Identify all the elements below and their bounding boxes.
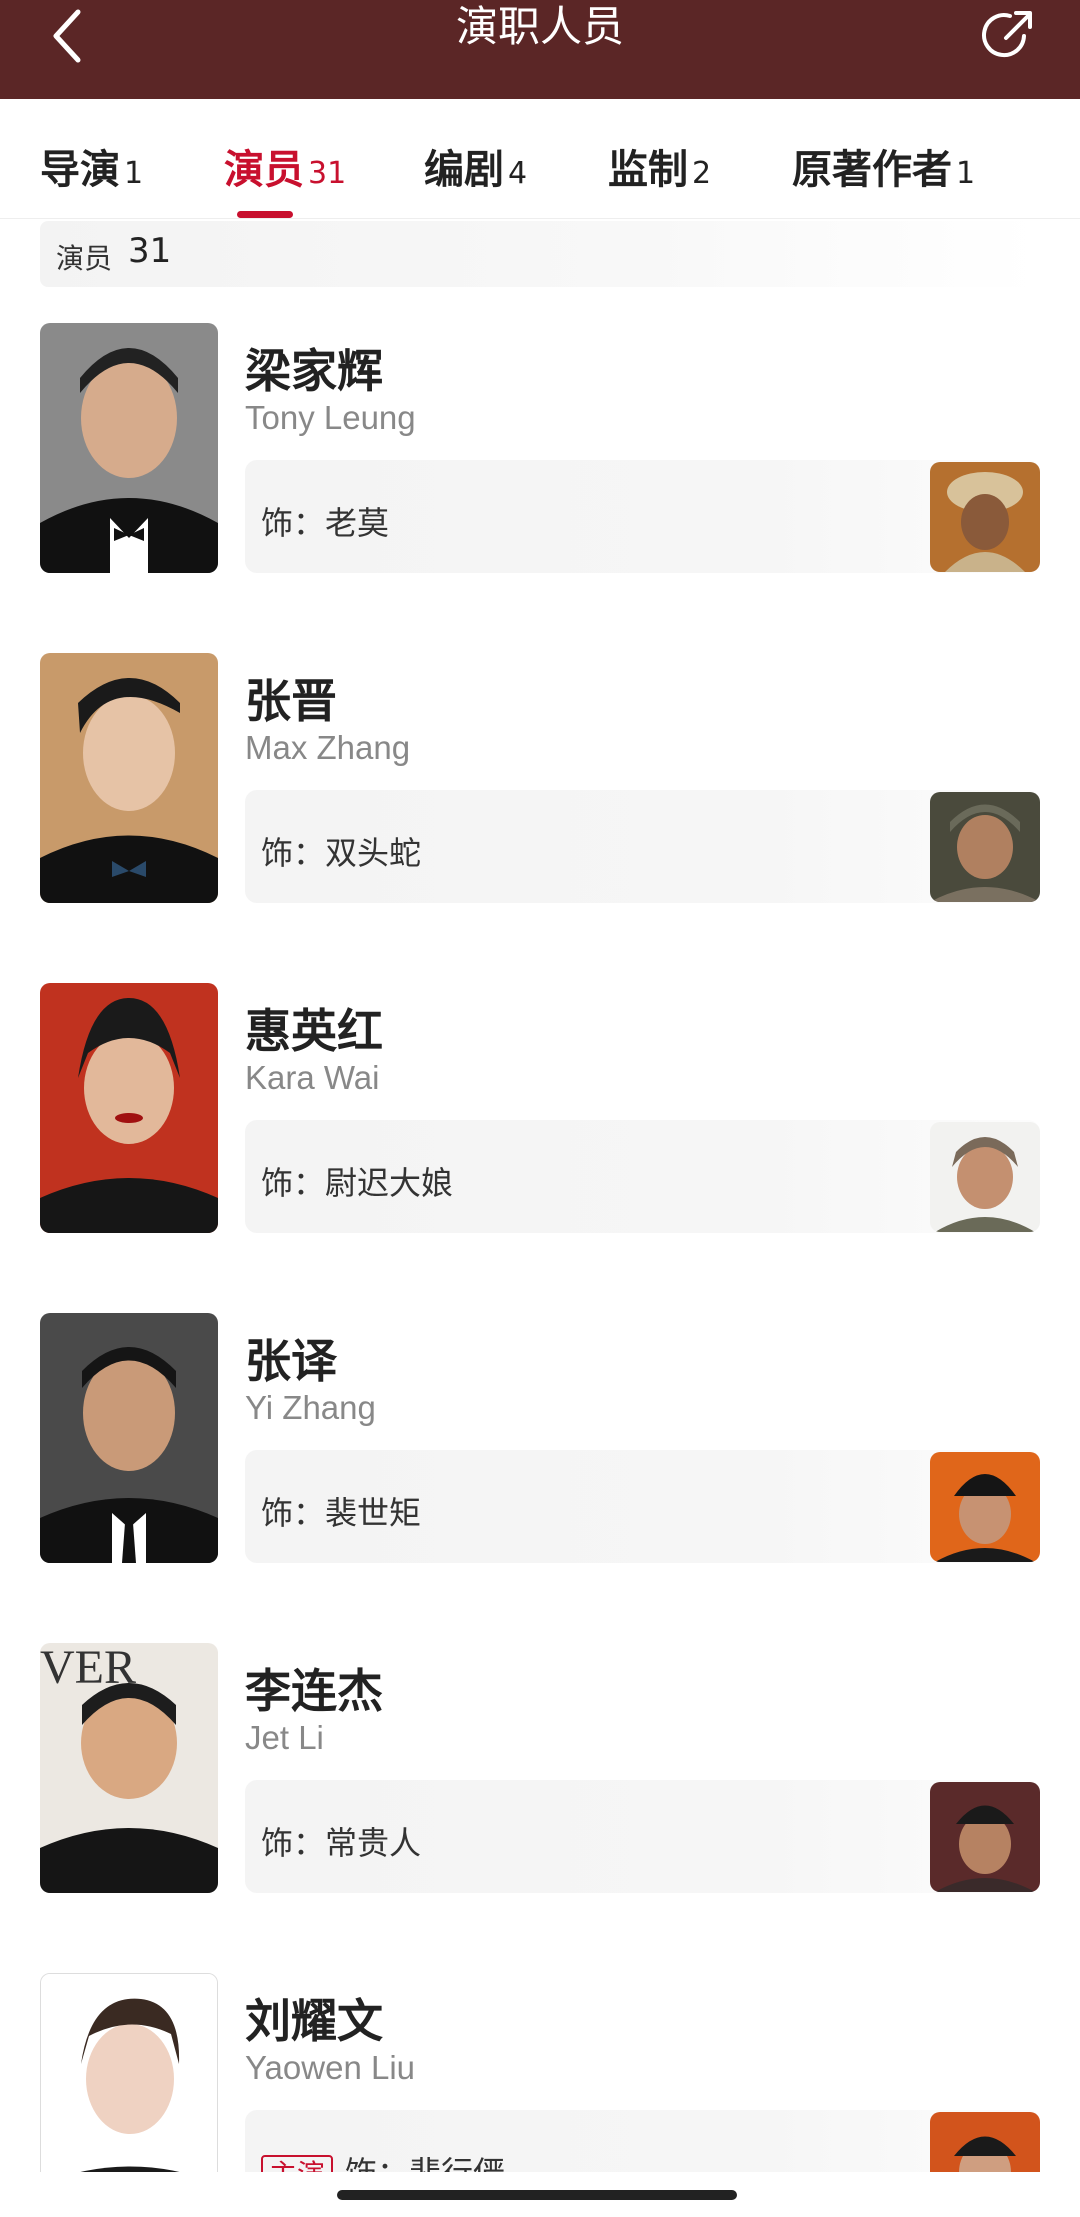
actor-photo: [40, 323, 218, 573]
character-thumbnail: [930, 1452, 1040, 1562]
tab-count: 31: [308, 156, 347, 191]
role-card[interactable]: 饰：老莫: [245, 460, 1040, 573]
character-thumbnail: [930, 462, 1040, 572]
tab-actors[interactable]: 演员 31: [224, 137, 346, 195]
actor-photo: [40, 1313, 218, 1563]
home-indicator[interactable]: [337, 2190, 737, 2200]
actor-name: 刘耀文: [245, 1994, 383, 2048]
list-item[interactable]: VER 李连杰 Jet Li 饰：常贵人: [0, 1643, 1080, 1893]
list-item[interactable]: 梁家辉 Tony Leung 饰：老莫: [0, 323, 1080, 573]
actor-english-name: Jet Li: [245, 1719, 324, 1756]
role-text: 饰：尉迟大娘: [261, 1164, 454, 1202]
character-thumbnail: [930, 792, 1040, 902]
tab-screenwriter[interactable]: 编剧 4: [424, 137, 527, 195]
tab-count: 1: [956, 156, 976, 191]
section-label: 演员: [56, 242, 113, 275]
actor-english-name: Max Zhang: [245, 729, 411, 766]
character-thumbnail: [930, 1782, 1040, 1892]
tab-director[interactable]: 导演 1: [40, 137, 143, 195]
tab-label: 演员: [224, 147, 304, 193]
share-icon[interactable]: [980, 6, 1038, 64]
list-item[interactable]: 张晋 Max Zhang 饰：双头蛇: [0, 653, 1080, 903]
role-card[interactable]: 饰：裴世矩: [245, 1450, 1040, 1563]
tab-label: 监制: [608, 147, 688, 193]
actor-english-name: Yaowen Liu: [245, 2049, 416, 2086]
role-text: 饰：裴世矩: [261, 1494, 422, 1532]
list-item[interactable]: 张译 Yi Zhang 饰：裴世矩: [0, 1313, 1080, 1563]
actor-name: 梁家辉: [245, 344, 383, 398]
section-header: 演员 31: [40, 221, 1040, 287]
actor-english-name: Tony Leung: [245, 399, 416, 436]
section-count: 31: [128, 231, 172, 271]
active-tab-indicator: [237, 211, 293, 218]
actor-photo: [40, 983, 218, 1233]
actor-photo: [40, 653, 218, 903]
tab-count: 2: [692, 156, 712, 191]
tab-label: 原著作者: [792, 147, 952, 193]
tab-original-author[interactable]: 原著作者 1: [792, 137, 975, 195]
tab-label: 编剧: [424, 147, 504, 193]
actor-name: 李连杰: [245, 1664, 383, 1718]
tab-producer[interactable]: 监制 2: [608, 137, 711, 195]
actor-photo: VER: [40, 1643, 218, 1893]
role-text: 饰：双头蛇: [261, 834, 422, 872]
role-card[interactable]: 饰：尉迟大娘: [245, 1120, 1040, 1233]
tab-count: 4: [508, 156, 528, 191]
character-thumbnail: [930, 1122, 1040, 1232]
page-title: 演职人员: [455, 2, 624, 51]
role-card[interactable]: 饰：双头蛇: [245, 790, 1040, 903]
list-item[interactable]: 惠英红 Kara Wai 饰：尉迟大娘: [0, 983, 1080, 1233]
actor-name: 张译: [245, 1334, 337, 1388]
top-bar: 演职人员: [0, 0, 1080, 99]
actor-name: 惠英红: [245, 1004, 383, 1058]
actor-name: 张晋: [245, 674, 337, 728]
actor-english-name: Kara Wai: [245, 1059, 380, 1096]
crew-tabs: 导演 1 演员 31 编剧 4 监制 2 原著作者 1: [0, 99, 1080, 219]
role-card[interactable]: 饰：常贵人: [245, 1780, 1040, 1893]
role-text: 饰：常贵人: [261, 1824, 422, 1862]
role-text: 饰：老莫: [261, 504, 390, 542]
actor-english-name: Yi Zhang: [245, 1389, 376, 1426]
tab-count: 1: [124, 156, 144, 191]
tab-label: 导演: [40, 147, 120, 193]
